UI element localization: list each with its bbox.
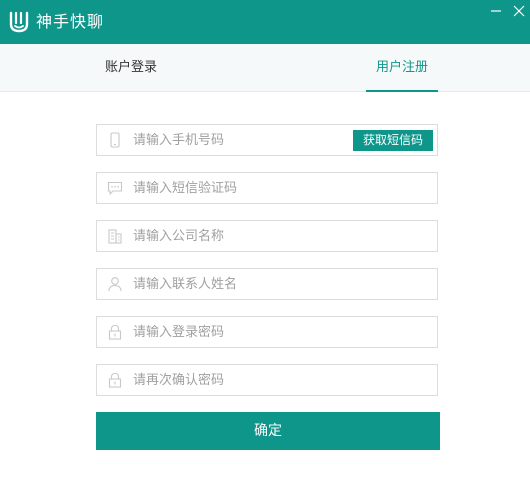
get-sms-code-button[interactable]: 获取短信码 bbox=[353, 130, 433, 151]
hand-logo-icon bbox=[9, 11, 29, 33]
phone-input[interactable] bbox=[133, 125, 347, 155]
company-field bbox=[96, 220, 438, 252]
confirm-password-input[interactable] bbox=[133, 365, 423, 395]
confirm-button[interactable]: 确定 bbox=[96, 412, 440, 450]
lock-icon bbox=[108, 324, 122, 340]
minimize-icon[interactable] bbox=[490, 5, 502, 17]
user-icon bbox=[108, 277, 122, 292]
company-input[interactable] bbox=[133, 221, 423, 251]
tab-register[interactable]: 用户注册 bbox=[366, 44, 438, 92]
app-title: 神手快聊 bbox=[36, 12, 105, 31]
password-field bbox=[96, 316, 438, 348]
sms-code-field bbox=[96, 172, 438, 204]
phone-icon bbox=[110, 132, 120, 148]
contact-name-field bbox=[96, 268, 438, 300]
tab-login[interactable]: 账户登录 bbox=[85, 44, 177, 92]
tab-bar: 账户登录 用户注册 bbox=[0, 44, 530, 92]
lock-icon bbox=[108, 372, 122, 388]
sms-code-input[interactable] bbox=[133, 173, 423, 203]
building-icon bbox=[108, 229, 122, 244]
close-icon[interactable] bbox=[513, 5, 525, 17]
password-input[interactable] bbox=[133, 317, 423, 347]
phone-field: 获取短信码 bbox=[96, 124, 438, 156]
confirm-password-field bbox=[96, 364, 438, 396]
contact-name-input[interactable] bbox=[133, 269, 423, 299]
title-bar: 神手快聊 bbox=[0, 0, 530, 44]
message-icon bbox=[107, 181, 123, 195]
